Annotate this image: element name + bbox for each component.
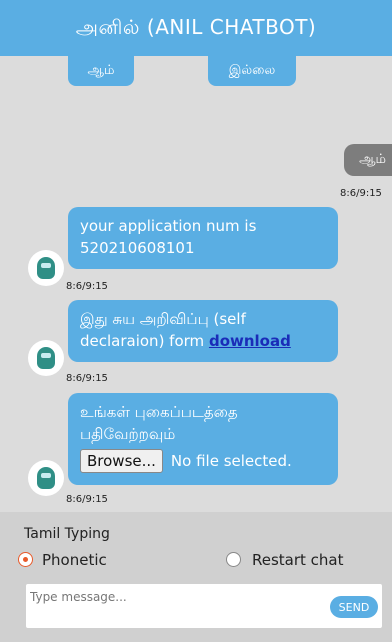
chat-title: அனில் (ANIL CHATBOT) xyxy=(75,14,317,39)
bot-message-timestamp: 8:6/9:15 xyxy=(66,373,108,384)
restart-chat-radio[interactable] xyxy=(226,552,241,567)
send-button[interactable]: SEND xyxy=(330,596,378,618)
option-no-button[interactable]: இல்லை xyxy=(208,56,296,86)
bot-message-bubble: உங்கள் புகைப்படத்தை பதிவேற்றவும் Browse.… xyxy=(68,393,338,485)
phonetic-radio[interactable] xyxy=(18,552,33,567)
chat-controls: Tamil Typing Phonetic Restart chat SEND xyxy=(0,512,392,642)
chat-header: அனில் (ANIL CHATBOT) xyxy=(0,0,392,56)
message-composer: SEND xyxy=(26,584,382,628)
tamil-typing-label: Tamil Typing xyxy=(24,526,110,542)
user-message-timestamp: 8:6/9:15 xyxy=(340,188,382,199)
bot-avatar-icon xyxy=(28,340,64,376)
bot-message-text: your application num is 520210608101 xyxy=(80,217,257,257)
bot-message-timestamp: 8:6/9:15 xyxy=(66,494,108,505)
bot-message-text: உங்கள் புகைப்படத்தை பதிவேற்றவும் xyxy=(80,403,238,443)
browse-button[interactable]: Browse... xyxy=(80,449,163,473)
download-link[interactable]: download xyxy=(209,332,291,350)
chat-area[interactable]: ஆம் இல்லை ஆம் 8:6/9:15 your application … xyxy=(0,56,392,512)
bot-avatar-icon xyxy=(28,250,64,286)
bot-avatar-icon xyxy=(28,460,64,496)
option-yes-button[interactable]: ஆம் xyxy=(68,56,134,86)
user-message-text: ஆம் xyxy=(359,152,386,167)
file-upload-row: Browse... No file selected. xyxy=(80,449,326,473)
bot-message-timestamp: 8:6/9:15 xyxy=(66,281,108,292)
file-status-text: No file selected. xyxy=(170,452,292,470)
bot-message-bubble: இது சுய அறிவிப்பு (self declaraion) form… xyxy=(68,300,338,362)
user-message-bubble: ஆம் xyxy=(344,144,392,176)
message-input[interactable] xyxy=(26,584,316,628)
restart-chat-label[interactable]: Restart chat xyxy=(252,551,344,569)
phonetic-label[interactable]: Phonetic xyxy=(42,551,107,569)
bot-message-bubble: your application num is 520210608101 xyxy=(68,207,338,269)
